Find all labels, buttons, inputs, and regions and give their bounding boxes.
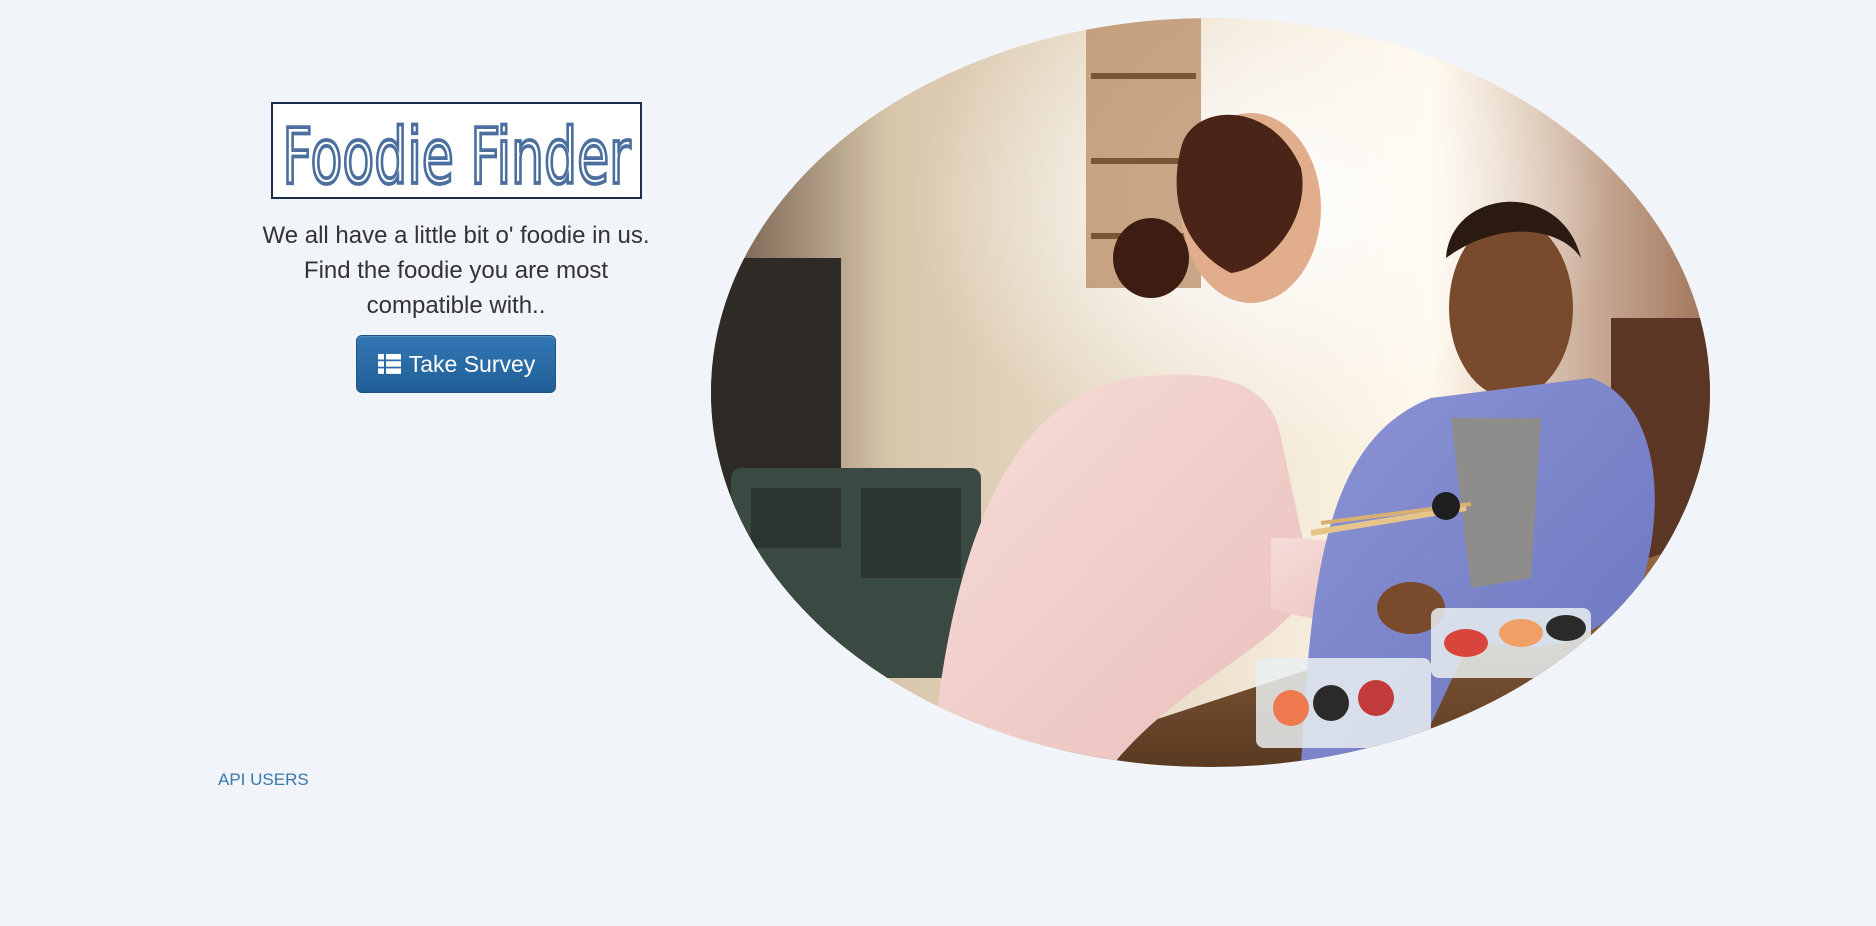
hero-photo-couple-eating-sushi: [711, 18, 1710, 767]
take-survey-button[interactable]: Take Survey: [355, 335, 557, 393]
logo-artwork: Foodie Finder: [280, 110, 632, 197]
logo-text: Foodie Finder: [282, 112, 630, 197]
take-survey-label: Take Survey: [408, 350, 536, 377]
tagline: We all have a little bit o' foodie in us…: [236, 218, 676, 323]
list-icon: [377, 354, 401, 374]
api-users-link[interactable]: API USERS: [218, 770, 309, 790]
hero-image: [711, 18, 1710, 767]
page: Foodie Finder We all have a little bit o…: [0, 0, 1876, 926]
tagline-line: Find the foodie you are most: [303, 257, 609, 284]
intro-section: Foodie Finder We all have a little bit o…: [236, 102, 676, 393]
tagline-line: We all have a little bit o' foodie in us…: [262, 222, 650, 249]
tagline-line: compatible with..: [366, 292, 546, 319]
logo: Foodie Finder: [270, 102, 642, 199]
